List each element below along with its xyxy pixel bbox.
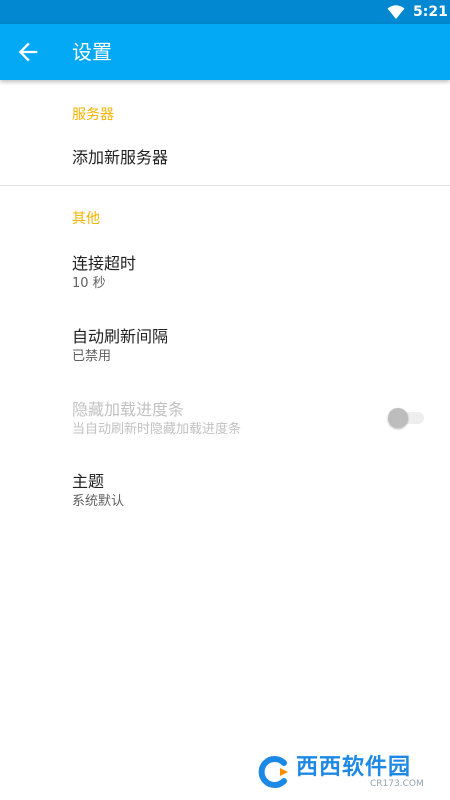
- pref-title: 添加新服务器: [72, 148, 169, 167]
- pref-summary: 已禁用: [72, 349, 112, 364]
- pref-summary: 10 秒: [72, 276, 106, 291]
- page-title: 设置: [72, 40, 112, 64]
- watermark-text: 西西软件园: [296, 755, 412, 780]
- pref-hide-loading-progress: 隐藏加载进度条 当自动刷新时隐藏加载进度条: [0, 386, 450, 448]
- pref-theme[interactable]: 主题 系统默认: [0, 458, 450, 520]
- section-header-servers: 服务器: [72, 107, 114, 123]
- section-header-other: 其他: [72, 211, 100, 227]
- wifi-icon: [387, 5, 405, 19]
- pref-connection-timeout[interactable]: 连接超时 10 秒: [0, 240, 450, 302]
- watermark-url: CR173.COM: [370, 779, 424, 789]
- app-bar: 设置: [0, 24, 450, 80]
- pref-title: 主题: [72, 472, 105, 491]
- arrow-back-icon[interactable]: [14, 38, 42, 66]
- switch-thumb: [388, 408, 408, 428]
- pref-title: 隐藏加载进度条: [72, 400, 185, 419]
- pref-summary: 系统默认: [72, 494, 125, 509]
- pref-title: 自动刷新间隔: [72, 327, 169, 346]
- status-bar: 5:21: [0, 0, 450, 24]
- hide-loading-progress-switch: [388, 406, 426, 430]
- status-time: 5:21: [413, 4, 448, 20]
- section-divider: [0, 185, 450, 186]
- watermark-logo-icon: [258, 756, 288, 788]
- pref-add-server[interactable]: 添加新服务器: [0, 134, 450, 184]
- pref-title: 连接超时: [72, 254, 137, 273]
- watermark: 西西软件园 CR173.COM: [250, 752, 430, 792]
- pref-auto-refresh-interval[interactable]: 自动刷新间隔 已禁用: [0, 313, 450, 375]
- pref-summary: 当自动刷新时隐藏加载进度条: [72, 422, 242, 437]
